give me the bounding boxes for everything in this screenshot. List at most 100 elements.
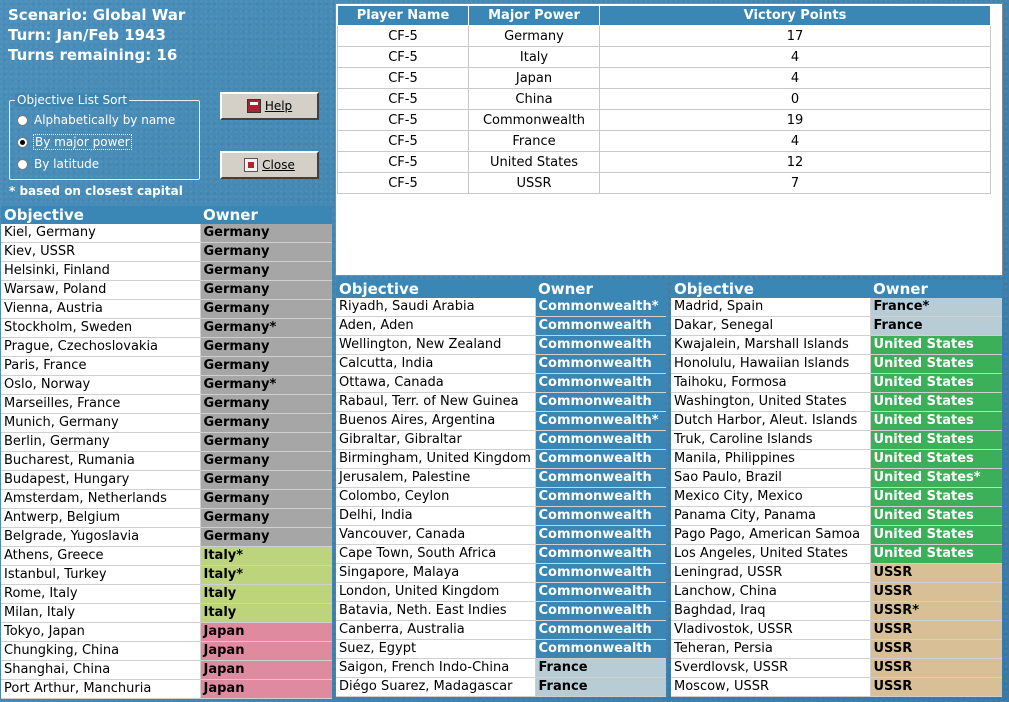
objective-owner: Commonwealth	[535, 487, 666, 507]
objective-row[interactable]: Aden, Aden Commonwealth	[336, 316, 666, 336]
objective-row[interactable]: Milan, Italy Italy	[1, 603, 332, 623]
objective-row[interactable]: Baghdad, Iraq USSR*	[671, 601, 1002, 621]
victory-row: CF-5 United States 12	[337, 151, 991, 173]
objective-row[interactable]: Dakar, Senegal France	[671, 316, 1002, 336]
objective-row[interactable]: Paris, France Germany	[1, 356, 332, 376]
victory-points-cell: 4	[599, 67, 991, 89]
objective-row[interactable]: Los Angeles, United States United States	[671, 544, 1002, 564]
objective-row[interactable]: Truk, Caroline Islands United States	[671, 430, 1002, 450]
objective-row[interactable]: Athens, Greece Italy*	[1, 546, 332, 566]
objective-row[interactable]: Suez, Egypt Commonwealth	[336, 639, 666, 659]
objective-owner: United States	[870, 544, 1002, 564]
objective-row[interactable]: Mexico City, Mexico United States	[671, 487, 1002, 507]
objective-owner: Commonwealth	[535, 392, 666, 412]
objective-owner: USSR	[870, 563, 1002, 583]
objective-name: Madrid, Spain	[671, 298, 871, 317]
objective-owner: United States	[870, 430, 1002, 450]
objective-row[interactable]: Wellington, New Zealand Commonwealth	[336, 335, 666, 355]
radio-button-selected[interactable]	[17, 136, 28, 148]
objective-row[interactable]: Sverdlovsk, USSR USSR	[671, 658, 1002, 678]
objective-row[interactable]: Marseilles, France Germany	[1, 394, 332, 414]
objective-row[interactable]: Prague, Czechoslovakia Germany	[1, 337, 332, 357]
objective-row[interactable]: Rome, Italy Italy	[1, 584, 332, 604]
objective-row[interactable]: Diégo Suarez, Madagascar France	[336, 677, 666, 697]
objective-row[interactable]: Colombo, Ceylon Commonwealth	[336, 487, 666, 507]
objective-row[interactable]: Kiel, Germany Germany	[1, 224, 332, 243]
objective-row[interactable]: Port Arthur, Manchuria Japan	[1, 679, 332, 699]
objective-owner: Germany	[200, 527, 332, 547]
objective-row[interactable]: Chungking, China Japan	[1, 641, 332, 661]
objective-row[interactable]: Gibraltar, Gibraltar Commonwealth	[336, 430, 666, 450]
radio-button[interactable]	[17, 158, 28, 170]
sort-option-alphabetical[interactable]: Alphabetically by name	[17, 113, 175, 127]
objective-row[interactable]: Panama City, Panama United States	[671, 506, 1002, 526]
objective-row[interactable]: Oslo, Norway Germany*	[1, 375, 332, 395]
objective-row[interactable]: Birmingham, United Kingdom Commonwealth	[336, 449, 666, 469]
objective-row[interactable]: Delhi, India Commonwealth	[336, 506, 666, 526]
objective-row[interactable]: Vienna, Austria Germany	[1, 299, 332, 319]
objective-row[interactable]: Kiev, USSR Germany	[1, 242, 332, 262]
objective-name: Los Angeles, United States	[671, 544, 871, 564]
objective-row[interactable]: Shanghai, China Japan	[1, 660, 332, 680]
objective-name: Athens, Greece	[1, 546, 201, 566]
objective-name: Jerusalem, Palestine	[336, 468, 536, 488]
objective-row[interactable]: London, United Kingdom Commonwealth	[336, 582, 666, 602]
major-power-cell: United States	[468, 151, 600, 173]
objective-row[interactable]: Sao Paulo, Brazil United States*	[671, 468, 1002, 488]
objective-row[interactable]: Istanbul, Turkey Italy*	[1, 565, 332, 585]
objective-row[interactable]: Stockholm, Sweden Germany*	[1, 318, 332, 338]
objective-row[interactable]: Antwerp, Belgium Germany	[1, 508, 332, 528]
objective-owner: Commonwealth	[535, 620, 666, 640]
objective-row[interactable]: Tokyo, Japan Japan	[1, 622, 332, 642]
objective-row[interactable]: Manila, Philippines United States	[671, 449, 1002, 469]
objective-row[interactable]: Teheran, Persia USSR	[671, 639, 1002, 659]
objective-row[interactable]: Jerusalem, Palestine Commonwealth	[336, 468, 666, 488]
objective-owner: United States	[870, 354, 1002, 374]
objective-row[interactable]: Vancouver, Canada Commonwealth	[336, 525, 666, 545]
sort-option-latitude[interactable]: By latitude	[17, 157, 99, 171]
objective-row[interactable]: Cape Town, South Africa Commonwealth	[336, 544, 666, 564]
objective-name: Rome, Italy	[1, 584, 201, 604]
objective-row[interactable]: Calcutta, India Commonwealth	[336, 354, 666, 374]
objective-row[interactable]: Batavia, Neth. East Indies Commonwealth	[336, 601, 666, 621]
objective-row[interactable]: Rabaul, Terr. of New Guinea Commonwealth	[336, 392, 666, 412]
help-button[interactable]: Help	[220, 92, 319, 120]
objective-row[interactable]: Munich, Germany Germany	[1, 413, 332, 433]
objective-name: Kiev, USSR	[1, 242, 201, 262]
victory-points-cell: 7	[599, 172, 991, 194]
objective-row[interactable]: Warsaw, Poland Germany	[1, 280, 332, 300]
sort-group-legend: Objective List Sort	[15, 93, 130, 107]
objective-row[interactable]: Dutch Harbor, Aleut. Islands United State…	[671, 411, 1002, 431]
objective-row[interactable]: Madrid, Spain France*	[671, 298, 1002, 317]
close-button[interactable]: Close	[220, 151, 319, 179]
objective-owner: Germany	[200, 432, 332, 452]
objective-row[interactable]: Pago Pago, American Samoa United States	[671, 525, 1002, 545]
objective-row[interactable]: Lanchow, China USSR	[671, 582, 1002, 602]
objective-row[interactable]: Washington, United States United States	[671, 392, 1002, 412]
objective-row[interactable]: Ottawa, Canada Commonwealth	[336, 373, 666, 393]
sort-option-major-power[interactable]: By major power	[17, 134, 132, 150]
objective-row[interactable]: Honolulu, Hawaiian Islands United States	[671, 354, 1002, 374]
objective-name: Belgrade, Yugoslavia	[1, 527, 201, 547]
objective-row[interactable]: Taihoku, Formosa United States	[671, 373, 1002, 393]
objective-row[interactable]: Saigon, French Indo-China France	[336, 658, 666, 678]
objective-row[interactable]: Canberra, Australia Commonwealth	[336, 620, 666, 640]
radio-button[interactable]	[17, 114, 28, 126]
objective-row[interactable]: Berlin, Germany Germany	[1, 432, 332, 452]
objective-row[interactable]: Belgrade, Yugoslavia Germany	[1, 527, 332, 547]
objective-row[interactable]: Budapest, Hungary Germany	[1, 470, 332, 490]
objective-name: Ottawa, Canada	[336, 373, 536, 393]
objective-row[interactable]: Buenos Aires, Argentina Commonwealth*	[336, 411, 666, 431]
objective-row[interactable]: Riyadh, Saudi Arabia Commonwealth*	[336, 298, 666, 317]
objective-row[interactable]: Bucharest, Rumania Germany	[1, 451, 332, 471]
objective-row[interactable]: Leningrad, USSR USSR	[671, 563, 1002, 583]
objective-name: Stockholm, Sweden	[1, 318, 201, 338]
objective-row[interactable]: Moscow, USSR USSR	[671, 677, 1002, 697]
objective-row[interactable]: Singapore, Malaya Commonwealth	[336, 563, 666, 583]
objective-row[interactable]: Kwajalein, Marshall Islands United States	[671, 335, 1002, 355]
objective-row[interactable]: Helsinki, Finland Germany	[1, 261, 332, 281]
sort-option-label: Alphabetically by name	[34, 113, 176, 127]
objective-row[interactable]: Amsterdam, Netherlands Germany	[1, 489, 332, 509]
objective-row[interactable]: Vladivostok, USSR USSR	[671, 620, 1002, 640]
objective-owner: Commonwealth	[535, 354, 666, 374]
